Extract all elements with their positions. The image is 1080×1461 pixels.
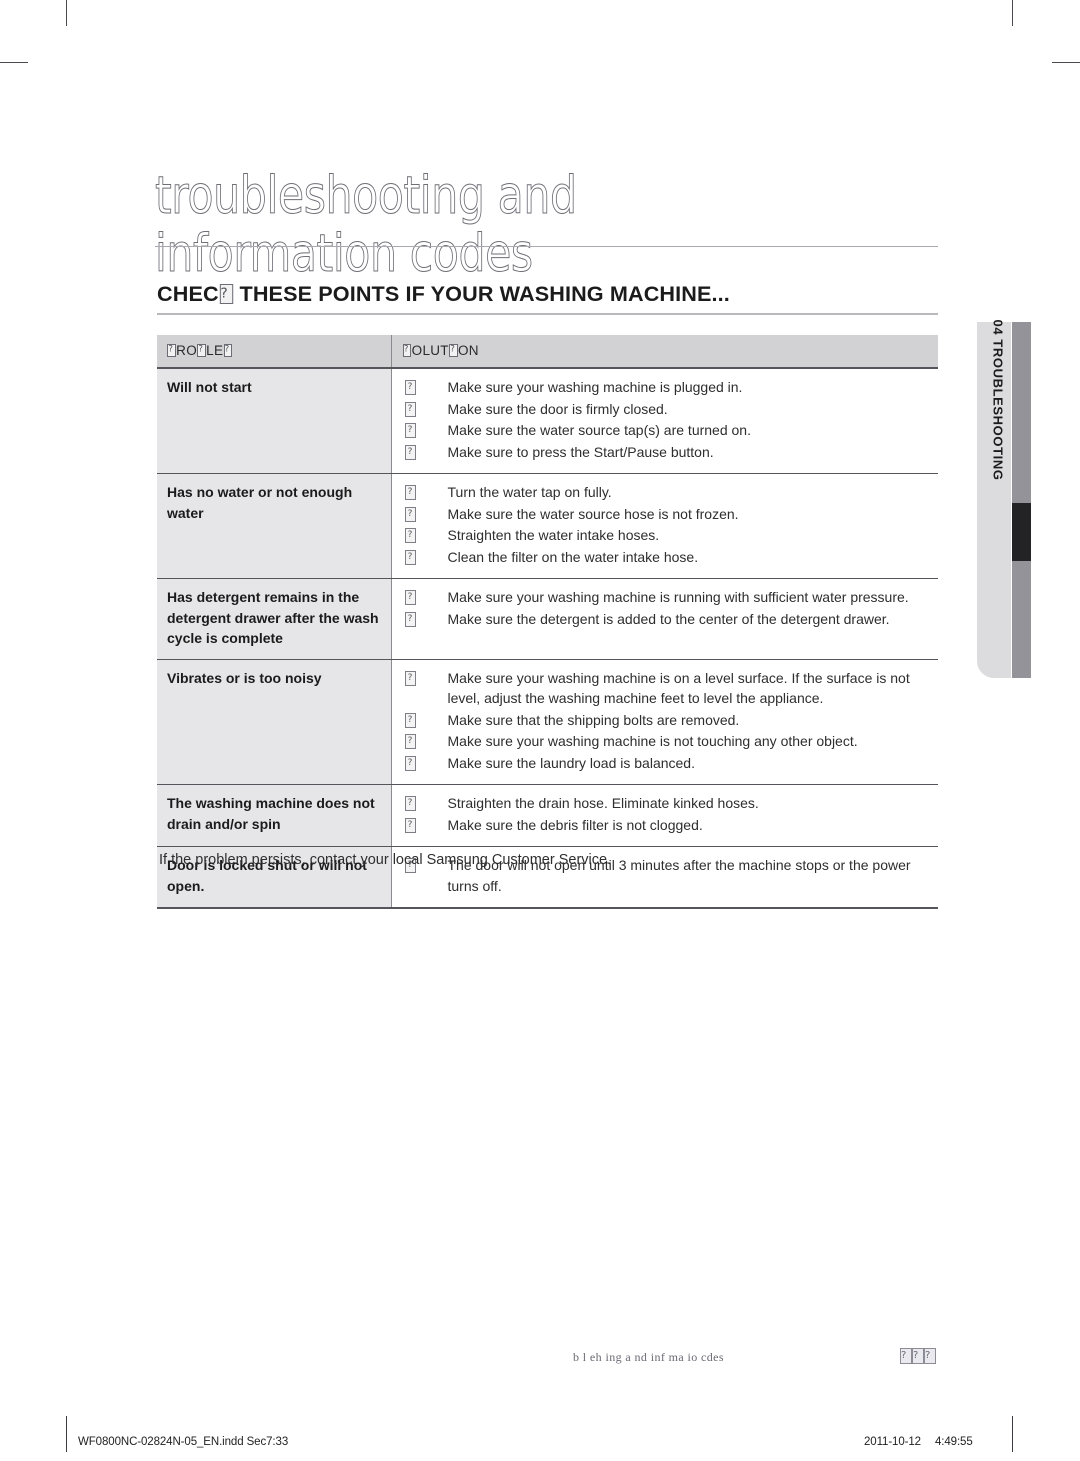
solution-item: ? Turn the water tap on fully. [403,482,929,503]
section-heading-rule [157,313,938,315]
cell-solution: ? Make sure your washing machine is runni… [390,578,938,660]
solution-item: ? Make sure to press the Start/Pause butt… [403,442,929,463]
table-header: ROLE OLUTON [157,335,938,369]
solution-list: ? Straighten the drain hose. Eliminate ki… [403,793,929,835]
missing-glyph-bullet-icon: ? [404,590,416,605]
crop-mark-top-right-horizontal [1052,62,1080,63]
solution-item: ? Make sure the water source hose is not … [403,504,929,525]
cell-problem: Vibrates or is too noisy [157,659,391,785]
missing-glyph-bullet-icon: ? [404,401,416,417]
table-row: Will not start ? Make sure your washing ma… [157,368,938,474]
missing-glyph-bullet-icon: ? [404,670,416,686]
missing-glyph-icon [912,1348,924,1364]
crop-mark-top-left-horizontal [0,62,28,63]
crop-mark-top-right-vertical [1012,0,1013,26]
missing-glyph-bullet-icon: ? [404,549,416,565]
page-title: troubleshooting and information codes [155,165,803,284]
table-row: Has detergent remains in the detergent d… [157,578,938,660]
solution-item: ? Straighten the drain hose. Eliminate ki… [403,793,929,814]
cell-solution: ? Make sure your washing machine is plugg… [390,368,938,474]
missing-glyph-bullet-icon: ? [404,444,416,460]
solution-list: ? Make sure your washing machine is on a … [403,668,929,774]
crop-mark-top-left-vertical [66,0,67,26]
solution-item: ? Make sure the debris filter is not clog… [403,815,929,836]
table-row: Has no water or not enough water? Turn th… [157,473,938,579]
solution-item: ? Make sure the laundry load is balanced. [403,753,929,774]
missing-glyph-bullet-icon: ? [404,712,416,728]
cell-problem: Has detergent remains in the detergent d… [157,578,391,660]
table-body: Will not start ? Make sure your washing ma… [157,368,938,909]
page-title-line-1: troubleshooting and [155,165,578,226]
solution-item: ? Make sure your washing machine is plugg… [403,377,929,398]
missing-glyph-icon [449,344,458,357]
missing-glyph-icon [924,1348,936,1364]
solution-item: ? Make sure your washing machine is runni… [403,587,929,608]
solution-item: ? Straighten the water intake hoses. [403,525,929,546]
solution-item: ? Make sure the door is firmly closed. [403,399,929,420]
print-info-date: 2011-10-12 [864,1436,921,1448]
missing-glyph-icon [167,344,176,357]
solution-item: ? Make sure that the shipping bolts are r… [403,710,929,731]
missing-glyph-icon [219,284,233,304]
table-header-row: ROLE OLUTON [157,335,938,369]
solution-item: ? Make sure your washing machine is not t… [403,731,929,752]
troubleshooting-table: ROLE OLUTON Will not start ?Make sure you… [157,335,938,909]
running-footer: b l eh ing a nd inf ma io cdes [573,1350,724,1364]
column-header-problem: ROLE [157,335,391,369]
solution-item: ? Make sure your washing machine is on a … [403,668,929,709]
missing-glyph-bullet-icon: ? [404,485,416,500]
cell-solution: ? Straighten the drain hose. Eliminate ki… [390,784,938,847]
solution-list: ? Make sure your washing machine is plugg… [403,377,929,462]
solution-item: ? Clean the filter on the water intake ho… [403,547,929,568]
missing-glyph-icon [197,344,206,357]
missing-glyph-bullet-icon: ? [404,734,416,749]
table-row: Vibrates or is too noisy ? Make sure your … [157,659,938,785]
section-heading-suffix: THESE POINTS IF YOUR WASHING MACHINE... [233,283,730,306]
cell-problem: Has no water or not enough water [157,473,391,579]
missing-glyph-bullet-icon: ? [404,380,416,395]
table-row: The washing machine does not drain and/o… [157,784,938,847]
solution-list: ? Make sure your washing machine is runni… [403,587,929,629]
missing-glyph-bullet-icon: ? [404,796,416,811]
print-info-time: 4:49:55 [934,1436,973,1448]
missing-glyph-bullet-icon: ? [404,817,416,833]
missing-glyph-bullet-icon: ? [404,423,416,438]
page-title-underline [155,246,938,247]
missing-glyph-bullet-icon: ? [404,506,416,522]
missing-glyph-bullet-icon: ? [404,611,416,627]
cell-problem: Will not start [157,368,391,474]
cell-problem: The washing machine does not drain and/o… [157,784,391,847]
missing-glyph-bullet-icon: ? [404,528,416,543]
crop-mark-bottom-left-vertical [66,1416,67,1452]
cell-solution: ? Turn the water tap on fully.? Make sure … [390,473,938,579]
page-title-line-2: information codes [155,223,534,284]
solution-item: ? Make sure the water source tap(s) are t… [403,420,929,441]
crop-mark-bottom-right-vertical [1012,1416,1013,1452]
missing-glyph-icon [223,344,233,357]
side-tab-chapter-marker [1012,503,1031,561]
print-info-timestamp: 2011-10-12 4:49:55 [864,1436,973,1448]
page-number [900,1348,936,1367]
missing-glyph-icon [900,1348,912,1364]
solution-list: ? Turn the water tap on fully.? Make sure … [403,482,929,567]
section-heading: CHEC THESE POINTS IF YOUR WASHING MACHIN… [157,283,730,307]
solution-item: ? Make sure the detergent is added to the… [403,609,929,630]
side-tab-bar [1012,322,1031,678]
print-info-filename: WF0800NC-02824N-05_EN.indd Sec7:33 [78,1436,289,1448]
missing-glyph-bullet-icon: ? [404,755,416,771]
column-header-solution: OLUTON [390,335,938,369]
closing-note: If the problem persists, contact your lo… [159,851,612,868]
cell-solution: ? Make sure your washing machine is on a … [390,659,938,785]
side-tab-label: 04 TROUBLESHOOTING [990,319,1006,481]
missing-glyph-icon [402,344,412,357]
section-heading-prefix: CHEC [157,283,219,306]
